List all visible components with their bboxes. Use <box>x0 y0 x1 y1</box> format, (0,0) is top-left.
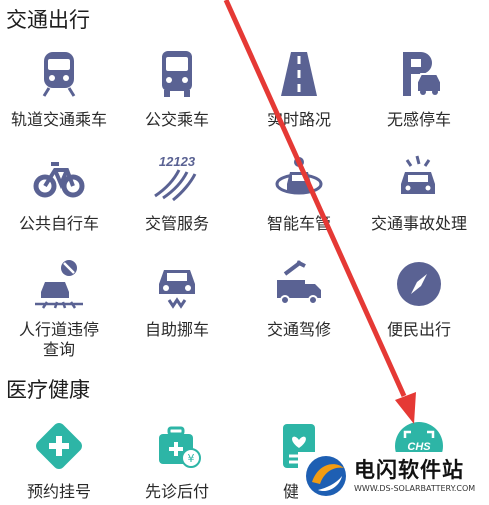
annotation-arrow <box>223 0 416 424</box>
lightning-logo-icon <box>306 456 346 496</box>
watermark: 电闪软件站 WWW.DS-SOLARBATTERY.COM <box>298 452 484 502</box>
watermark-url: WWW.DS-SOLARBATTERY.COM <box>354 484 476 493</box>
watermark-name: 电闪软件站 <box>354 458 464 482</box>
